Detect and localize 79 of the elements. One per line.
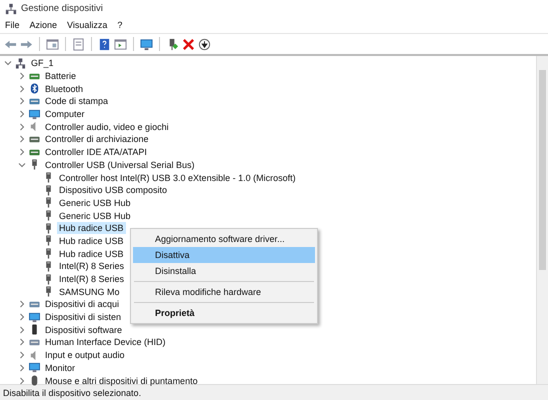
expand-chevron-icon[interactable]	[18, 110, 26, 118]
list-panel-icon[interactable]	[72, 38, 85, 50]
tree-item[interactable]: Human Interface Device (HID)	[43, 336, 168, 348]
tree-item[interactable]: Controller host Intel(R) USB 3.0 eXtensible - 1.0 (Microsoft)	[57, 172, 298, 184]
download-circle-icon[interactable]	[198, 38, 211, 50]
context-menu-item[interactable]: Disinstalla	[133, 263, 315, 279]
tree-item[interactable]: Hub radice USB	[57, 234, 126, 247]
mouse-icon	[29, 375, 40, 386]
tree-item[interactable]: Monitor	[43, 362, 78, 374]
expand-chevron-icon[interactable]	[18, 326, 26, 334]
tree-item[interactable]: Dispositivo USB composito	[57, 184, 170, 196]
usb-icon	[43, 222, 54, 234]
window-icon[interactable]	[46, 38, 59, 50]
tree-item[interactable]: Batterie	[43, 70, 78, 82]
menu-item[interactable]: ?	[117, 20, 122, 30]
expand-chevron-icon[interactable]	[18, 97, 26, 106]
usb-icon	[43, 260, 54, 272]
tree-item[interactable]: Hub radice USB	[57, 222, 126, 234]
context-menu-item[interactable]: Disattiva	[133, 247, 315, 263]
usb-icon	[43, 172, 54, 184]
usb-icon	[43, 248, 54, 260]
tree-item[interactable]: Controller USB (Universal Serial Bus)	[43, 158, 197, 171]
usb-icon	[43, 210, 54, 222]
tree-item[interactable]: Input e output audio	[43, 349, 127, 362]
monitor-icon	[29, 362, 40, 374]
menu-item[interactable]: Azione	[30, 20, 58, 30]
tree-item[interactable]: SAMSUNG Mo	[57, 286, 122, 298]
help-icon[interactable]	[98, 38, 111, 50]
tree-item[interactable]: Controller IDE ATA/ATAPI	[43, 146, 149, 158]
tree-item[interactable]: Controller di archiviazione	[43, 133, 151, 146]
tree-item[interactable]: Code di stampa	[43, 95, 110, 108]
menu-item[interactable]: Visualizza	[67, 20, 108, 30]
monitor-icon[interactable]	[140, 38, 153, 50]
device-manager-icon	[5, 2, 17, 14]
tree-item[interactable]: Controller audio, video e giochi	[43, 120, 171, 133]
window-title: Gestione dispositivi	[21, 3, 103, 14]
menu-item[interactable]: File	[5, 20, 20, 30]
tree-item[interactable]: GF_1	[29, 57, 56, 70]
close-icon[interactable]	[182, 38, 195, 50]
tree-item[interactable]: Bluetooth	[43, 82, 86, 95]
collapse-chevron-icon[interactable]	[4, 59, 12, 68]
collapse-chevron-icon[interactable]	[18, 160, 26, 169]
tree-item[interactable]: Intel(R) 8 Series	[57, 273, 126, 286]
context-menu-item[interactable]: Rileva modifiche hardware	[133, 284, 315, 300]
tree-item[interactable]: Dispositivi di sisten	[43, 311, 124, 324]
phone-icon	[29, 324, 40, 336]
tree-item[interactable]: Generic USB Hub	[57, 210, 133, 222]
expand-chevron-icon[interactable]	[18, 84, 26, 93]
context-menu-item[interactable]: Proprietà	[133, 305, 315, 321]
usb-icon	[43, 274, 54, 285]
expand-chevron-icon[interactable]	[18, 122, 26, 131]
tree-item[interactable]: Hub radice USB	[57, 248, 126, 260]
usb-icon	[43, 235, 54, 246]
tree-item[interactable]: Mouse e altri dispositivi di puntamento	[43, 374, 200, 387]
status-bar: Disabilita il dispositivo selezionato.	[0, 384, 548, 400]
monitor-icon	[29, 108, 40, 120]
usb-icon	[43, 286, 54, 298]
expand-chevron-icon[interactable]	[18, 148, 26, 156]
expand-chevron-icon[interactable]	[18, 351, 26, 360]
usb-icon	[43, 184, 54, 196]
tree-item[interactable]: Intel(R) 8 Series	[57, 260, 126, 272]
expand-chevron-icon[interactable]	[18, 313, 26, 322]
computer-icon	[15, 58, 26, 69]
vertical-scrollbar[interactable]	[536, 56, 548, 384]
tree-item[interactable]: Dispositivi software	[43, 324, 124, 336]
tree-item[interactable]: Dispositivi di acqui	[43, 298, 122, 310]
usb-icon	[29, 159, 40, 170]
expand-chevron-icon[interactable]	[18, 338, 26, 346]
tree-item[interactable]: Computer	[43, 108, 87, 120]
expand-chevron-icon[interactable]	[18, 300, 26, 308]
tree-item[interactable]: Generic USB Hub	[57, 196, 133, 209]
expand-chevron-icon[interactable]	[18, 72, 26, 80]
expand-chevron-icon[interactable]	[18, 364, 26, 372]
context-menu-item[interactable]: Aggiornamento software driver...	[133, 231, 315, 247]
usb-icon	[43, 197, 54, 208]
expand-chevron-icon[interactable]	[18, 135, 26, 144]
expand-chevron-icon[interactable]	[18, 376, 26, 385]
bluetooth-icon	[29, 83, 40, 94]
window-icon[interactable]	[114, 38, 127, 50]
